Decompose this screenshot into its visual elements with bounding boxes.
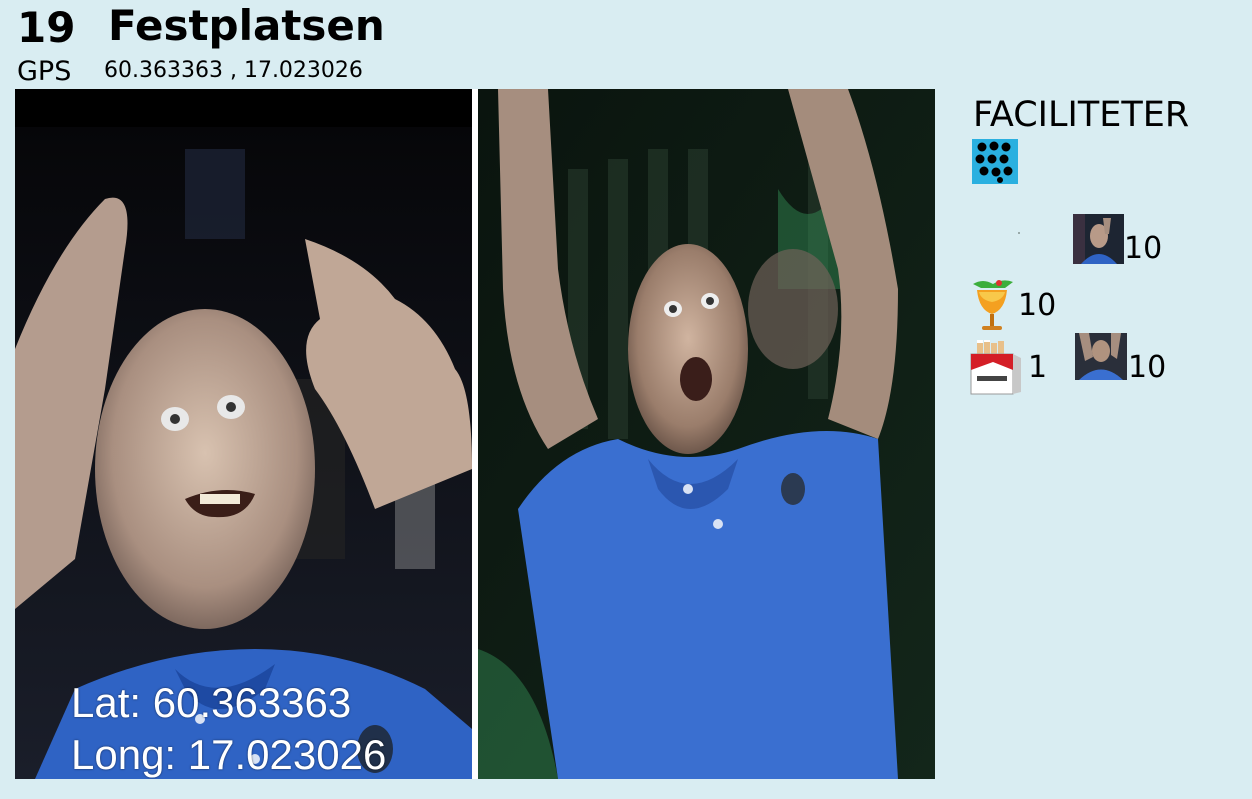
venue-number: 19	[17, 3, 76, 52]
facilities-title: FACILITETER	[973, 95, 1190, 135]
dots-grid-icon	[972, 139, 1018, 184]
person-photo-icon	[1073, 214, 1124, 264]
photo-right	[478, 89, 935, 779]
person-photo-icon	[1075, 333, 1127, 380]
cocktail-icon	[969, 278, 1015, 332]
gps-label: GPS	[17, 56, 72, 87]
cigarette-pack-icon	[969, 340, 1021, 396]
facility-count: 10	[1124, 231, 1163, 266]
gps-coordinates: 60.363363 , 17.023026	[104, 58, 363, 83]
decorative-dot	[1018, 232, 1020, 234]
photo-left: Lat: 60.363363 Long: 17.023026	[15, 89, 472, 779]
longitude-overlay: Long: 17.023026	[71, 731, 387, 778]
facility-count: 10	[1018, 288, 1057, 323]
venue-title: Festplatsen	[108, 1, 385, 50]
facility-count: 1	[1028, 350, 1048, 385]
facility-count: 10	[1128, 350, 1167, 385]
latitude-overlay: Lat: 60.363363	[71, 679, 352, 726]
